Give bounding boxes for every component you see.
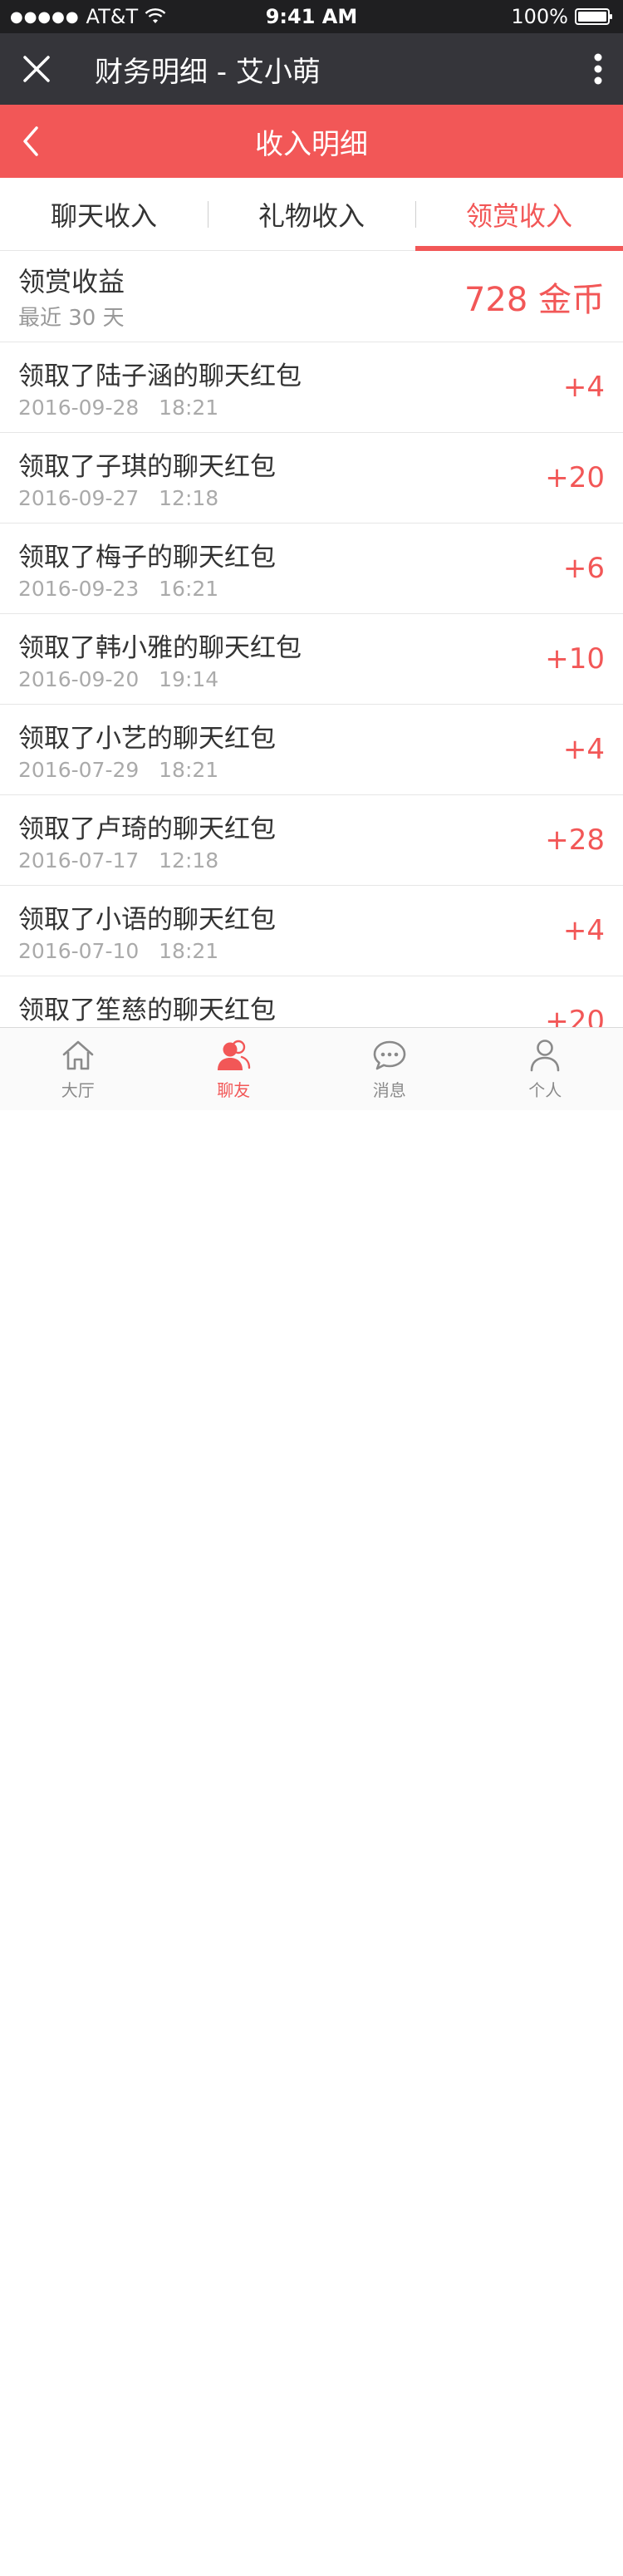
list-item[interactable]: 领取了小艺的聊天红包 2016-07-29 18:21 +4 [0,705,623,795]
item-amount: +6 [562,552,605,585]
item-title: 领取了笙慈的聊天红包 [18,995,276,1025]
summary-text: 领赏收益 最近 30 天 [18,261,125,332]
wechat-nav-bar: 财务明细 - 艾小萌 [0,33,623,105]
item-title: 领取了陆子涵的聊天红包 [18,361,302,391]
battery-percent: 100% [511,5,568,28]
tab-chat-income[interactable]: 聊天收入 [0,178,208,250]
item-date: 2016-07-10 [18,939,140,963]
item-time: 18:21 [159,758,219,782]
item-timestamp: 2016-07-29 18:21 [18,758,276,782]
item-time: 19:14 [159,667,219,691]
tabbar-item-profile[interactable]: 个人 [468,1028,623,1110]
item-date: 2016-09-27 [18,486,140,510]
item-title: 领取了小语的聊天红包 [18,905,276,935]
more-icon[interactable] [593,52,603,86]
status-right: 100% [511,5,613,28]
wifi-icon [145,8,166,23]
item-title: 领取了卢琦的聊天红包 [18,814,276,844]
tabbar-label: 大厅 [61,1080,95,1100]
item-timestamp: 2016-09-27 12:18 [18,486,276,510]
home-icon [62,1040,94,1070]
item-time: 18:21 [159,396,219,420]
list-item-text: 领取了小艺的聊天红包 2016-07-29 18:21 [18,717,276,782]
person-icon [530,1040,560,1072]
item-title: 领取了小艺的聊天红包 [18,724,276,754]
item-title: 领取了子琪的聊天红包 [18,452,276,482]
list-item-text: 领取了梅子的聊天红包 2016-09-23 16:21 [18,536,276,601]
tab-label: 聊天收入 [50,199,157,232]
tab-gift-income[interactable]: 礼物收入 [208,178,415,250]
list-item[interactable]: 领取了小语的聊天红包 2016-07-10 18:21 +4 [0,886,623,976]
signal-strength: ●●●●● [10,7,80,26]
list-item-text: 领取了陆子涵的聊天红包 2016-09-28 18:21 [18,355,302,420]
page-title: 收入明细 [255,127,368,161]
item-date: 2016-09-20 [18,667,140,691]
list-item[interactable]: 领取了卢琦的聊天红包 2016-07-17 12:18 +28 [0,795,623,886]
item-date: 2016-07-29 [18,758,140,782]
item-amount: +20 [545,461,605,494]
tabbar-label: 消息 [372,1080,406,1100]
list-item[interactable]: 领取了陆子涵的聊天红包 2016-09-28 18:21 +4 [0,342,623,433]
item-title: 领取了韩小雅的聊天红包 [18,633,302,663]
back-icon[interactable] [18,125,43,158]
item-time: 12:18 [159,486,219,510]
item-timestamp: 2016-09-20 19:14 [18,667,302,691]
summary-amount: 728 金币 [464,280,605,319]
list-item-text: 领取了子琪的聊天红包 2016-09-27 12:18 [18,445,276,510]
item-amount: +4 [562,914,605,947]
battery-icon [575,8,612,25]
list-item[interactable]: 领取了韩小雅的聊天红包 2016-09-20 19:14 +10 [0,614,623,705]
item-amount: +10 [545,642,605,676]
item-time: 18:21 [159,939,219,963]
list-item-text: 领取了小语的聊天红包 2016-07-10 18:21 [18,898,276,963]
page-header: 收入明细 [0,105,623,178]
item-date: 2016-07-17 [18,848,140,873]
summary-period: 最近 30 天 [18,306,125,331]
item-amount: +4 [562,733,605,766]
tab-label: 领赏收入 [465,199,572,232]
reward-summary: 领赏收益 最近 30 天 728 金币 [0,251,623,342]
tabbar-item-messages[interactable]: 消息 [312,1028,468,1110]
item-timestamp: 2016-09-28 18:21 [18,396,302,420]
tabbar-item-friends[interactable]: 聊友 [156,1028,312,1110]
close-icon[interactable] [20,52,53,86]
income-tabs: 聊天收入 礼物收入 领赏收入 [0,178,623,251]
tabbar-label: 个人 [528,1080,562,1100]
item-time: 16:21 [159,577,219,601]
item-time: 12:18 [159,848,219,873]
tab-label: 礼物收入 [258,199,365,232]
item-timestamp: 2016-07-10 18:21 [18,939,276,963]
item-date: 2016-09-23 [18,577,140,601]
tabbar-item-hall[interactable]: 大厅 [0,1028,156,1110]
tabbar-label: 聊友 [217,1080,251,1100]
carrier-name: AT&T [86,5,139,28]
status-bar: ●●●●● AT&T 9:41 AM 100% [0,0,623,33]
item-timestamp: 2016-07-17 12:18 [18,848,276,873]
list-item-text: 领取了卢琦的聊天红包 2016-07-17 12:18 [18,808,276,873]
bottom-tab-bar: 大厅 聊友 消息 个人 [0,1027,623,1110]
tab-reward-income[interactable]: 领赏收入 [415,178,623,251]
item-amount: +28 [545,823,605,857]
wechat-title: 财务明细 - 艾小萌 [95,55,321,89]
item-timestamp: 2016-09-23 16:21 [18,577,276,601]
list-item-text: 领取了韩小雅的聊天红包 2016-09-20 19:14 [18,627,302,691]
status-left: ●●●●● AT&T [10,5,166,28]
item-date: 2016-09-28 [18,396,140,420]
item-amount: +4 [562,371,605,404]
message-icon [373,1040,406,1070]
list-item[interactable]: 领取了子琪的聊天红包 2016-09-27 12:18 +20 [0,433,623,524]
list-item[interactable]: 领取了梅子的聊天红包 2016-09-23 16:21 +6 [0,524,623,614]
summary-title: 领赏收益 [18,266,125,297]
income-list: 领取了陆子涵的聊天红包 2016-09-28 18:21 +4 领取了子琪的聊天… [0,342,623,1052]
item-title: 领取了梅子的聊天红包 [18,543,276,573]
friends-icon [218,1040,251,1070]
income-list-viewport[interactable]: 领取了陆子涵的聊天红包 2016-09-28 18:21 +4 领取了子琪的聊天… [0,342,623,1052]
